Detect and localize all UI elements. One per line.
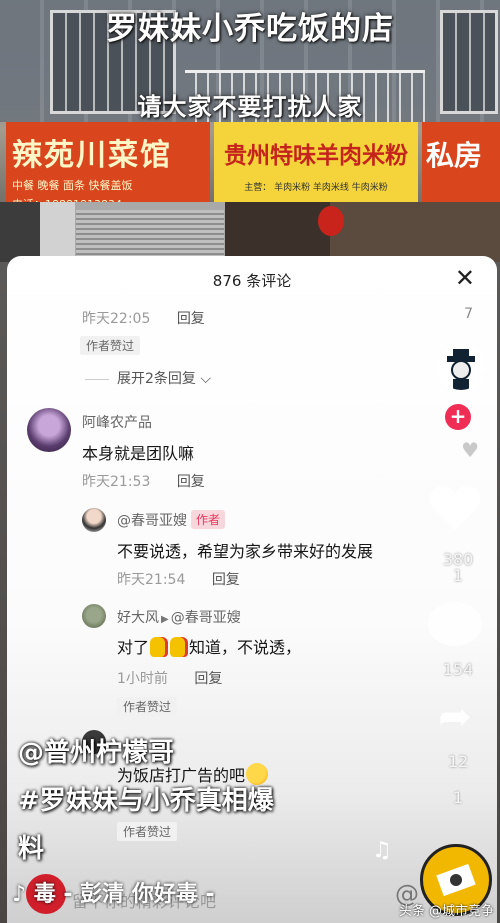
avatar[interactable] [27,408,71,452]
comment-count: 154 [442,660,474,679]
music-notes-icon: ♫ [372,838,392,863]
source-watermark: 头条 @城市竞争 [398,904,494,919]
creator-avatar[interactable] [437,344,485,392]
author-tag: 作者 [191,510,226,529]
music-ticker[interactable]: ♪ 毒 - 彭清 你好毒 - [12,876,215,908]
comment-time: 昨天21:54 [117,572,186,588]
storefront [0,202,500,262]
chevron-down-icon: ⌵ [195,371,211,387]
comment-time: 昨天22:05 [82,311,151,327]
music-title: 毒 - 彭清 你好毒 - [33,882,215,907]
reply-button[interactable]: 回复 [194,671,222,687]
reply-arrow-icon: ▶ [161,614,169,625]
shop-sign-middle: 贵州特味羊肉米粉 主营： 羊肉米粉 羊肉米线 牛肉米粉 [214,122,418,202]
author-liked-badge: 作者赞过 [80,336,141,355]
comment-meta: 昨天22:05 回复 [82,308,205,328]
commenter-name[interactable]: @春哥亚嫂 作者 [117,510,226,530]
music-note-icon: ♪ [12,882,27,907]
share-arrow-icon: ➦ [438,694,472,740]
reply-to-handle: @春哥亚嫂 [170,610,241,626]
shop-sign-middle-name: 贵州特味羊肉米粉 [224,143,408,169]
video-overlay-title: 罗妹妹小乔吃饭的店 [106,11,394,47]
comment-time: 昨天21:53 [82,474,151,490]
close-icon[interactable]: ✕ [455,264,475,292]
reply-button[interactable]: 回复 [177,474,205,490]
comment-sheet: 876 条评论 ✕ 昨天22:05 回复 7 作者赞过 展开2条回复 ⌵ 阿峰农… [7,256,497,923]
reply-button[interactable]: 回复 [177,311,205,327]
avatar[interactable] [82,604,106,628]
comment-time: 1小时前 [117,671,168,687]
comment-text: 不要说透，希望为家乡带来好的发展 [117,542,374,561]
shop-sign-left-name: 辣苑川菜馆 [12,138,172,173]
expand-replies-button[interactable]: 展开2条回复 ⌵ [85,368,211,388]
shop-sign-left: 辣苑川菜馆 中餐 晚餐 面条 快餐盖饭 电话：18881813834 [6,122,210,202]
comment-count-title: 876 条评论 [212,272,292,290]
comment-text: 本身就是团队嘛 [82,444,195,463]
hashtag-caption[interactable]: #罗妹妹与小乔真相爆 [18,780,274,817]
like-count-secondary: 1 [452,566,464,585]
video-author-caption[interactable]: @普州柠檬哥 [18,732,174,769]
thumbs-up-emoji-icon [150,637,169,657]
comment-meta: 1小时前 回复 [117,668,222,688]
comment-meta: 昨天21:54 回复 [117,569,240,589]
video-overlay-subtitle: 请大家不要打扰人家 [137,93,363,121]
follow-button[interactable]: + [445,404,471,430]
shop-sign-left-phone: 电话：18881813834 [6,193,210,202]
heart-icon [429,485,481,530]
divider-line [85,378,109,380]
commenter-handle: @春哥亚嫂 [117,513,187,529]
comment-text: 对了 知道，不说透， [117,634,301,658]
commenter-handle: 好大风 [117,610,159,626]
share-count-secondary: 1 [452,788,464,807]
comment-button[interactable] [425,602,485,646]
shop-sign-right-name: 私房 [426,139,483,172]
thumbs-up-emoji-icon [170,637,189,657]
comment-text-part: 知道，不说透， [189,638,302,657]
comment-text-part: 对了 [117,638,150,657]
shop-sign-middle-sub: 主营： 羊肉米粉 羊肉米线 牛肉米粉 [244,183,388,193]
author-liked-badge: 作者赞过 [117,697,178,716]
red-lantern [318,206,344,236]
heart-icon[interactable]: ♥ [461,438,479,462]
commenter-name[interactable]: 好大风 ▶ @春哥亚嫂 [117,607,241,627]
like-count: 7 [464,306,473,322]
comment-bubble-icon [428,602,482,646]
rolling-shutter [76,210,224,262]
share-button[interactable]: ➦ [425,694,485,740]
expand-replies-label: 展开2条回复 [117,371,196,387]
avatar[interactable] [82,508,106,532]
shop-sign-left-sub: 中餐 晚餐 面条 快餐盖饭 [12,179,133,192]
reply-button[interactable]: 回复 [212,572,240,588]
shop-sign-right: 私房 [422,122,500,202]
hashtag-caption-cont: 料 [18,834,45,864]
comment-meta: 昨天21:53 回复 [82,471,205,491]
share-count: 12 [447,752,469,771]
commenter-name[interactable]: 阿峰农产品 [82,412,152,432]
author-liked-badge: 作者赞过 [117,822,178,841]
hat-man-icon [447,349,475,390]
like-button[interactable] [425,478,485,542]
